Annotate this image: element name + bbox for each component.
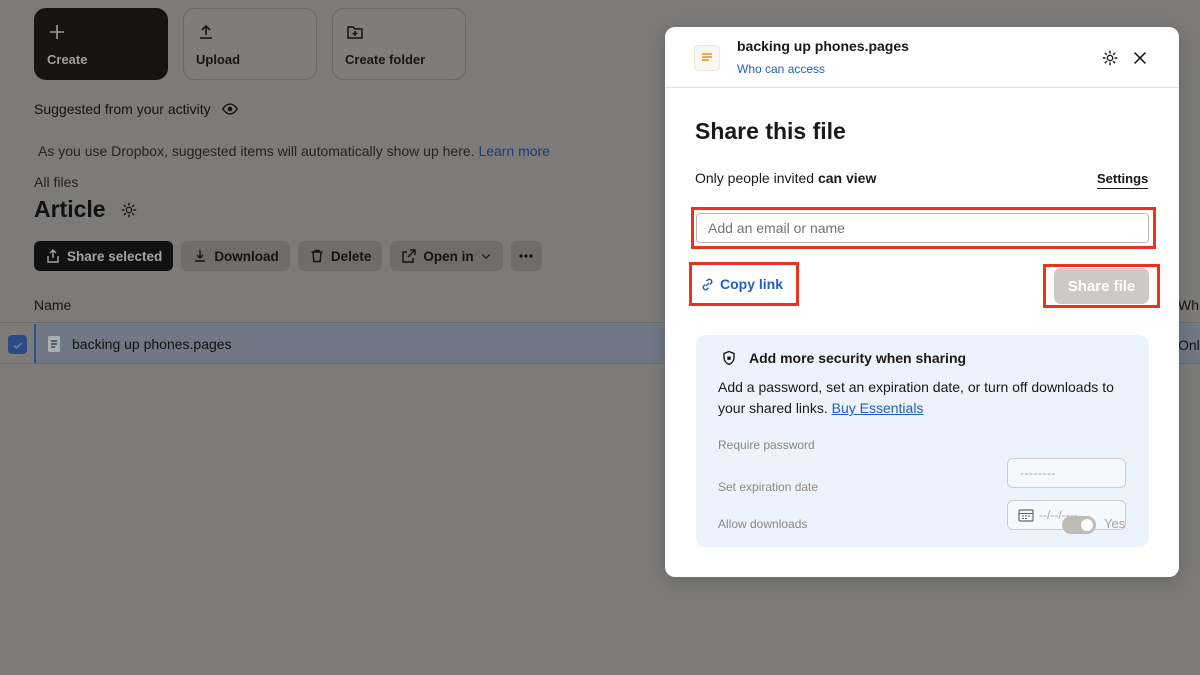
delete-button[interactable]: Delete [297, 241, 383, 271]
create-button[interactable]: Create [34, 8, 168, 80]
trash-icon [311, 249, 323, 263]
allow-downloads-label: Allow downloads [718, 517, 808, 531]
link-icon [702, 278, 713, 290]
dialog-file-name: backing up phones.pages [737, 38, 909, 54]
shield-icon [723, 350, 735, 366]
open-in-label: Open in [423, 248, 474, 264]
permission-summary: Only people invited can view [695, 170, 876, 186]
upload-button[interactable]: Upload [183, 8, 317, 80]
share-icon [47, 249, 59, 263]
dialog-header: backing up phones.pages Who can access [665, 27, 1179, 88]
password-field[interactable]: -------- [1007, 458, 1126, 488]
share-file-button[interactable]: Share file [1054, 268, 1149, 304]
open-external-icon [402, 249, 417, 263]
name-column-header[interactable]: Name [34, 297, 71, 313]
suggested-heading: Suggested from your activity [34, 100, 239, 118]
upload-icon [200, 24, 212, 39]
suggested-message: As you use Dropbox, suggested items will… [38, 143, 550, 159]
permission-level: can view [817, 170, 877, 186]
allow-downloads-value: Yes [1104, 516, 1126, 531]
download-button[interactable]: Download [181, 241, 290, 271]
settings-link[interactable]: Settings [1097, 171, 1149, 189]
copy-link-label: Copy link [720, 276, 784, 292]
suggested-message-text: As you use Dropbox, suggested items will… [38, 143, 475, 159]
gear-icon[interactable] [1101, 49, 1119, 67]
copy-link-button[interactable]: Copy link [700, 276, 783, 292]
email-field[interactable] [696, 213, 1149, 243]
suggested-heading-text: Suggested from your activity [34, 101, 211, 117]
close-icon[interactable] [1131, 49, 1149, 67]
create-folder-label: Create folder [345, 52, 426, 67]
folder-header: Article [34, 196, 138, 223]
file-name: backing up phones.pages [72, 336, 232, 352]
chevron-down-icon [481, 254, 490, 260]
security-panel: Add more security when sharing Add a pas… [696, 335, 1149, 547]
breadcrumb[interactable]: All files [34, 174, 78, 190]
security-title-text: Add more security when sharing [749, 350, 967, 366]
learn-more-link[interactable]: Learn more [478, 143, 550, 159]
permission-prefix: Only people invited [695, 170, 815, 186]
more-button[interactable] [510, 241, 542, 271]
share-selected-button[interactable]: Share selected [34, 241, 174, 271]
share-selected-label: Share selected [67, 248, 163, 264]
allow-downloads-toggle[interactable] [1062, 516, 1096, 534]
security-description: Add a password, set an expiration date, … [718, 377, 1138, 419]
check-icon [12, 341, 23, 349]
page-title: Article [34, 196, 106, 222]
plus-icon [50, 25, 64, 39]
create-label: Create [47, 52, 88, 67]
who-column-header[interactable]: Wh [1178, 297, 1199, 313]
who-can-access-value: Onl [1178, 337, 1200, 353]
pages-file-icon [48, 336, 60, 352]
more-icon [519, 254, 533, 258]
password-placeholder: -------- [1020, 466, 1056, 480]
row-checkbox[interactable] [8, 335, 27, 354]
require-password-label: Require password [718, 438, 815, 452]
open-in-button[interactable]: Open in [390, 241, 503, 271]
toggle-knob [1081, 519, 1093, 531]
dialog-title: Share this file [695, 118, 846, 144]
create-folder-button[interactable]: Create folder [332, 8, 466, 80]
eye-icon[interactable] [221, 100, 239, 118]
buy-essentials-link[interactable]: Buy Essentials [832, 400, 924, 416]
share-dialog: backing up phones.pages Who can access S… [665, 27, 1179, 577]
delete-label: Delete [330, 248, 372, 264]
download-icon [195, 250, 206, 262]
table-row[interactable]: backing up phones.pages [34, 324, 694, 364]
gear-icon[interactable] [120, 201, 138, 219]
calendar-icon [1018, 509, 1034, 522]
download-label: Download [214, 248, 279, 264]
selection-toolbar: Share selected Download Delete Open in [34, 241, 542, 271]
folder-plus-icon [347, 26, 363, 39]
set-expiration-label: Set expiration date [718, 480, 819, 494]
pages-file-icon [694, 45, 720, 71]
security-title: Add more security when sharing [721, 350, 966, 366]
upload-label: Upload [196, 52, 241, 67]
who-can-access-link[interactable]: Who can access [737, 62, 825, 76]
